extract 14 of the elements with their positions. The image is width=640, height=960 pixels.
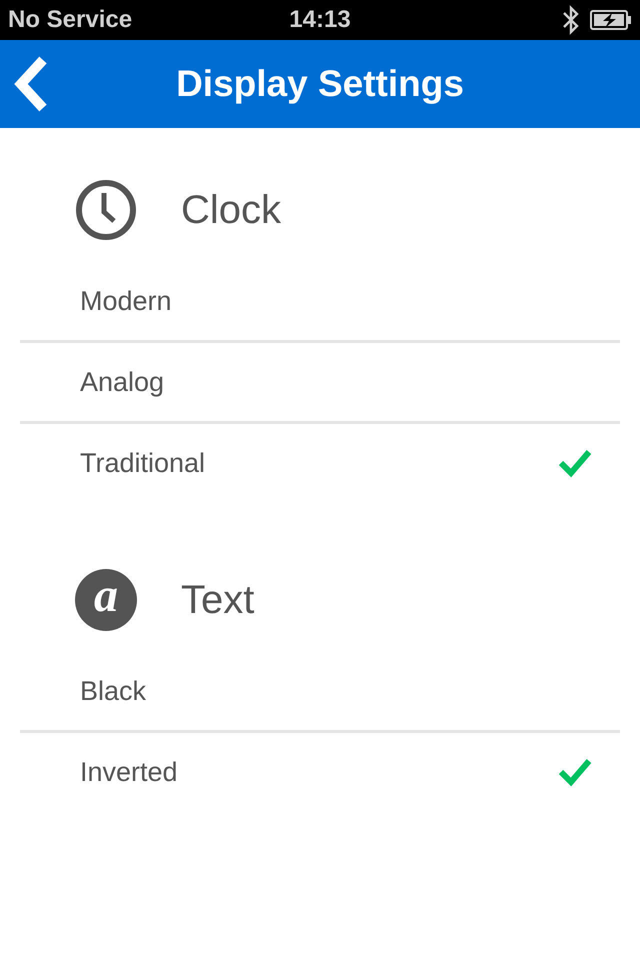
section-title: Clock bbox=[181, 188, 282, 232]
option-row[interactable]: Analog bbox=[20, 343, 620, 424]
status-time: 14:13 bbox=[289, 6, 351, 34]
option-row[interactable]: Traditional bbox=[20, 424, 620, 502]
bluetooth-icon bbox=[562, 5, 580, 35]
option-row[interactable]: Black bbox=[20, 652, 620, 733]
carrier-name: No Service bbox=[8, 6, 132, 34]
battery-charging-icon bbox=[590, 9, 632, 31]
option-row[interactable]: Inverted bbox=[20, 733, 620, 811]
clock-icon bbox=[75, 179, 137, 241]
screen-title: Display Settings bbox=[176, 63, 464, 105]
option-row[interactable]: Modern bbox=[20, 262, 620, 343]
section-title: Text bbox=[181, 578, 254, 622]
letter-icon: a bbox=[75, 569, 137, 631]
